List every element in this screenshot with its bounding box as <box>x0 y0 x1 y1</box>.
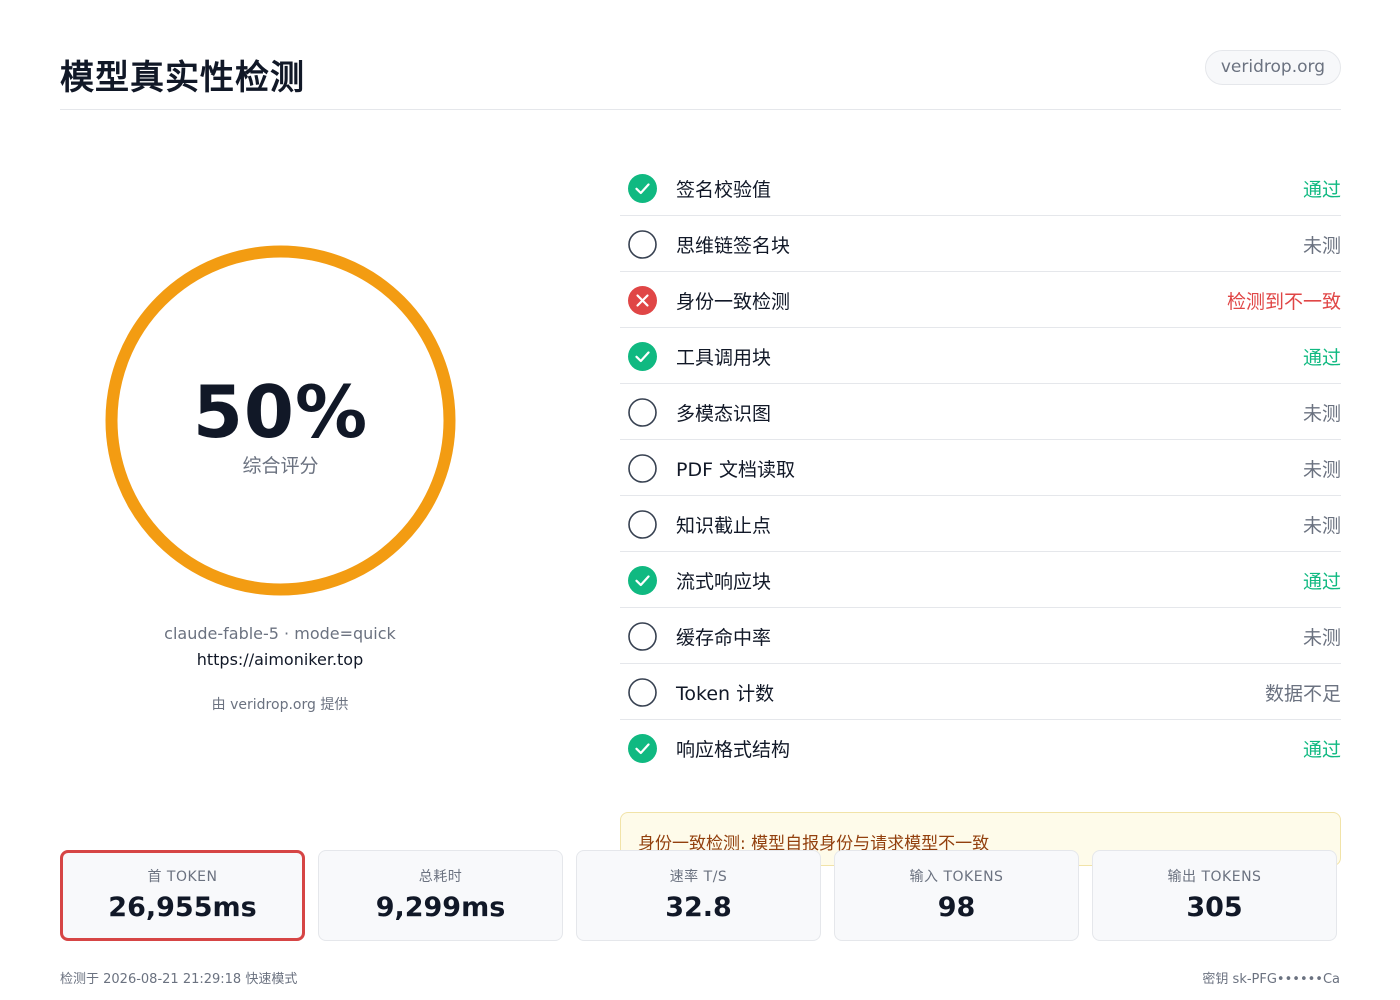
check-label: 思维链签名块 <box>676 235 791 257</box>
check-label: 缓存命中率 <box>676 627 772 649</box>
check-label: 身份一致检测 <box>676 291 791 313</box>
endpoint-url[interactable]: https://aimoniker.top <box>60 650 500 669</box>
check-result: 未测 <box>1302 403 1341 425</box>
check-row: 多模态识图 未测 <box>620 384 1341 440</box>
check-row: 响应格式结构 通过 <box>620 720 1341 776</box>
check-circle-icon <box>628 174 657 203</box>
check-circle-icon <box>628 734 657 763</box>
header: 模型真实性检测 veridrop.org <box>60 48 1341 110</box>
stat-label: 输出 TOKENS <box>1167 869 1262 885</box>
stat-card: 总耗时 9,299ms <box>318 850 563 941</box>
check-circle-icon <box>628 342 657 371</box>
check-row: 缓存命中率 未测 <box>620 608 1341 664</box>
stat-label: 输入 TOKENS <box>909 869 1004 885</box>
empty-circle-icon <box>628 510 657 539</box>
check-result: 检测到不一致 <box>1226 291 1341 313</box>
check-result: 数据不足 <box>1264 683 1341 705</box>
check-label: 流式响应块 <box>676 571 772 593</box>
check-label: 响应格式结构 <box>676 739 791 761</box>
check-row: 身份一致检测 检测到不一致 <box>620 272 1341 328</box>
stat-value: 98 <box>937 892 976 923</box>
check-row: 流式响应块 通过 <box>620 552 1341 608</box>
stat-card: 输入 TOKENS 98 <box>834 850 1079 941</box>
stat-label: 首 TOKEN <box>147 869 218 885</box>
empty-circle-icon <box>628 678 657 707</box>
empty-circle-icon <box>628 622 657 651</box>
score-gauge: 50% 综合评分 <box>105 245 456 596</box>
check-label: 工具调用块 <box>676 347 772 369</box>
powered-by: 由 veridrop.org 提供 <box>211 697 349 713</box>
footer-key: 密钥 sk-PFG••••••Ca <box>1202 972 1340 987</box>
check-row: 工具调用块 通过 <box>620 328 1341 384</box>
stat-label: 总耗时 <box>418 869 463 885</box>
check-result: 通过 <box>1302 739 1341 761</box>
check-circle-icon <box>628 566 657 595</box>
stat-value: 305 <box>1186 892 1243 923</box>
stat-card: 输出 TOKENS 305 <box>1092 850 1337 941</box>
check-result: 通过 <box>1302 347 1341 369</box>
stat-value: 26,955ms <box>108 892 257 923</box>
check-label: 签名校验值 <box>676 179 772 201</box>
score-label: 综合评分 <box>242 455 319 477</box>
check-label: Token 计数 <box>676 683 775 705</box>
check-result: 未测 <box>1302 235 1341 257</box>
stats-row: 首 TOKEN 26,955ms 总耗时 9,299ms 速率 T/S 32.8 输入 TO… <box>60 850 1341 941</box>
check-result: 未测 <box>1302 627 1341 649</box>
check-label: 多模态识图 <box>676 403 772 425</box>
empty-circle-icon <box>628 454 657 483</box>
x-circle-icon <box>628 286 657 315</box>
check-result: 未测 <box>1302 459 1341 481</box>
check-row: 思维链签名块 未测 <box>620 216 1341 272</box>
check-row: Token 计数 数据不足 <box>620 664 1341 720</box>
page-title: 模型真实性检测 <box>60 58 305 98</box>
check-list: 签名校验值 通过 思维链签名块 未测 身份一致检测 检测到不一致 工具调用块 通过 多模态识图未… <box>620 160 1341 776</box>
stat-value: 9,299ms <box>375 892 506 923</box>
stat-card: 速率 T/S 32.8 <box>576 850 821 941</box>
check-label: 知识截止点 <box>676 515 772 537</box>
stat-card: 首 TOKEN 26,955ms <box>60 850 305 941</box>
stat-value: 32.8 <box>665 892 732 923</box>
check-row: 签名校验值 通过 <box>620 160 1341 216</box>
model-info: claude-fable-5 · mode=quick <box>164 624 396 643</box>
check-row: 知识截止点 未测 <box>620 496 1341 552</box>
check-result: 通过 <box>1302 179 1341 201</box>
empty-circle-icon <box>628 230 657 259</box>
check-result: 通过 <box>1302 571 1341 593</box>
stat-label: 速率 T/S <box>669 869 728 885</box>
domain-badge[interactable]: veridrop.org <box>1204 50 1341 85</box>
check-row: PDF 文档读取 未测 <box>620 440 1341 496</box>
check-result: 未测 <box>1302 515 1341 537</box>
footer-timestamp: 检测于 2026-08-21 21:29:18 快速模式 <box>60 972 298 987</box>
check-label: PDF 文档读取 <box>676 459 796 481</box>
empty-circle-icon <box>628 398 657 427</box>
score-value: 50% <box>192 370 369 454</box>
